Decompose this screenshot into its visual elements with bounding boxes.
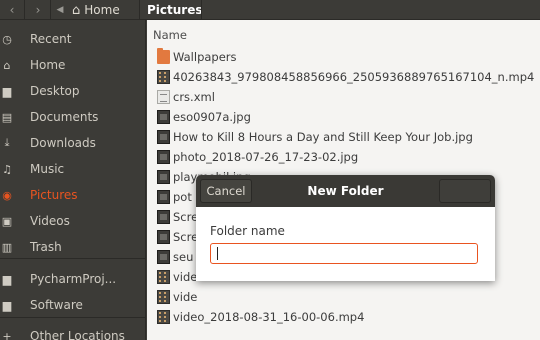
caret-left-icon[interactable]: ◀	[52, 0, 68, 20]
file-name: crs.xml	[173, 90, 215, 104]
column-header[interactable]: Name	[147, 28, 540, 44]
video-file-icon	[157, 290, 170, 304]
film-icon: ▣	[1, 214, 13, 228]
file-name: seu	[173, 250, 194, 264]
column-name[interactable]: Name	[153, 28, 187, 42]
file-name: Scre	[173, 230, 199, 244]
sidebar-item[interactable]: ⌂ Home	[0, 53, 146, 77]
sidebar-item-label: Home	[30, 58, 66, 72]
sidebar-item[interactable]: ▣ Videos	[0, 209, 146, 233]
chevron-left-icon[interactable]: ‹	[0, 0, 24, 20]
file-name: 40263843_979808458856966_250593688976516…	[173, 70, 535, 84]
file-name: Scre	[173, 210, 199, 224]
sidebar-item[interactable]: + Other Locations	[0, 324, 146, 340]
plus-icon: +	[2, 329, 12, 340]
file-name: Wallpapers	[173, 50, 237, 64]
file-name: pot	[173, 190, 192, 204]
folder-icon: ▆	[2, 298, 12, 312]
separator	[201, 0, 202, 20]
image-file-icon	[157, 150, 170, 164]
sidebar-item-label: Videos	[30, 214, 70, 228]
path-bar: ‹ › ◀ ⌂ Home Pictures	[0, 0, 540, 20]
camera-icon: ◉	[2, 188, 12, 202]
file-row[interactable]: photo_2018-07-26_17-23-02.jpg	[147, 147, 540, 167]
sidebar-item-label: Pictures	[30, 188, 78, 202]
file-row[interactable]: vide	[147, 287, 540, 307]
separator	[50, 0, 51, 20]
text-cursor	[217, 247, 218, 260]
folder-icon: ▆	[2, 272, 12, 286]
image-file-icon	[157, 250, 170, 264]
sidebar-item-label: Documents	[30, 110, 99, 124]
sidebar-item[interactable]: ♫ Music	[0, 157, 146, 181]
sidebar-item[interactable]: ▤ Documents	[0, 105, 146, 129]
file-row[interactable]: crs.xml	[147, 87, 540, 107]
document-icon: ▤	[1, 110, 13, 124]
sidebar-item-label: Music	[30, 162, 65, 176]
sidebar-item-label: Trash	[30, 240, 62, 254]
create-button[interactable]	[439, 179, 491, 203]
home-icon: ⌂	[3, 58, 11, 72]
breadcrumb-current[interactable]: Pictures	[147, 0, 203, 20]
image-file-icon	[157, 210, 170, 224]
sidebar-item-label: Recent	[30, 32, 72, 46]
image-file-icon	[157, 230, 170, 244]
video-file-icon	[157, 310, 170, 324]
chevron-right-icon[interactable]: ›	[26, 0, 50, 20]
sidebar-divider	[0, 317, 146, 318]
file-name: video_2018-08-31_16-00-06.mp4	[173, 310, 365, 324]
file-row[interactable]: 40263843_979808458856966_250593688976516…	[147, 67, 540, 87]
sidebar-item[interactable]: ▆ Desktop	[0, 79, 146, 103]
sidebar-item-label: Downloads	[30, 136, 96, 150]
sidebar-item-label: PycharmProj...	[30, 272, 117, 286]
file-name: vide	[173, 270, 198, 284]
sidebar-item-label: Desktop	[30, 84, 80, 98]
separator	[139, 0, 140, 20]
download-icon: ⤓	[4, 136, 10, 149]
separator	[24, 0, 25, 20]
file-row[interactable]: Wallpapers	[147, 47, 540, 67]
file-name: vide	[173, 290, 198, 304]
text-file-icon	[157, 90, 170, 104]
image-file-icon	[157, 130, 170, 144]
sidebar-item[interactable]: ⤓ Downloads	[0, 131, 146, 155]
sidebar-item[interactable]: ▥ Trash	[0, 235, 146, 259]
image-file-icon	[157, 170, 170, 184]
folder-name-label: Folder name	[210, 224, 285, 238]
file-row[interactable]: How to Kill 8 Hours a Day and Still Keep…	[147, 127, 540, 147]
image-file-icon	[157, 110, 170, 124]
video-file-icon	[157, 270, 170, 284]
sidebar-item[interactable]: ◷ Recent	[0, 27, 146, 51]
folder-name-input[interactable]	[210, 243, 478, 264]
home-icon: ⌂	[72, 2, 81, 18]
sidebar-item-label: Other Locations	[30, 329, 125, 340]
sidebar-item[interactable]: ▆ PycharmProj...	[0, 267, 146, 291]
file-name: eso0907a.jpg	[173, 110, 251, 124]
clock-icon: ◷	[2, 32, 12, 46]
music-icon: ♫	[2, 162, 12, 176]
new-folder-dialog: Cancel New Folder Folder name	[196, 175, 495, 281]
file-row[interactable]: video_2018-08-31_16-00-06.mp4	[147, 307, 540, 327]
file-name: How to Kill 8 Hours a Day and Still Keep…	[173, 130, 473, 144]
video-file-icon	[157, 70, 170, 84]
dialog-header: Cancel New Folder	[196, 175, 495, 207]
sidebar-item[interactable]: ◉ Pictures	[0, 183, 146, 207]
file-row[interactable]: eso0907a.jpg	[147, 107, 540, 127]
folder-icon	[157, 48, 170, 64]
sidebar: ◷ Recent ⌂ Home ▆ Desktop ▤ Documents ⤓ Downloads…	[0, 20, 146, 340]
breadcrumb-home-label: Home	[84, 3, 120, 17]
folder-icon: ▆	[2, 84, 12, 98]
image-file-icon	[157, 190, 170, 204]
trash-icon: ▥	[1, 240, 13, 254]
file-name: photo_2018-07-26_17-23-02.jpg	[173, 150, 359, 164]
sidebar-item[interactable]: ▆ Software	[0, 293, 146, 317]
sidebar-divider	[0, 258, 146, 259]
breadcrumb-home[interactable]: ⌂ Home	[72, 0, 120, 20]
sidebar-item-label: Software	[30, 298, 83, 312]
